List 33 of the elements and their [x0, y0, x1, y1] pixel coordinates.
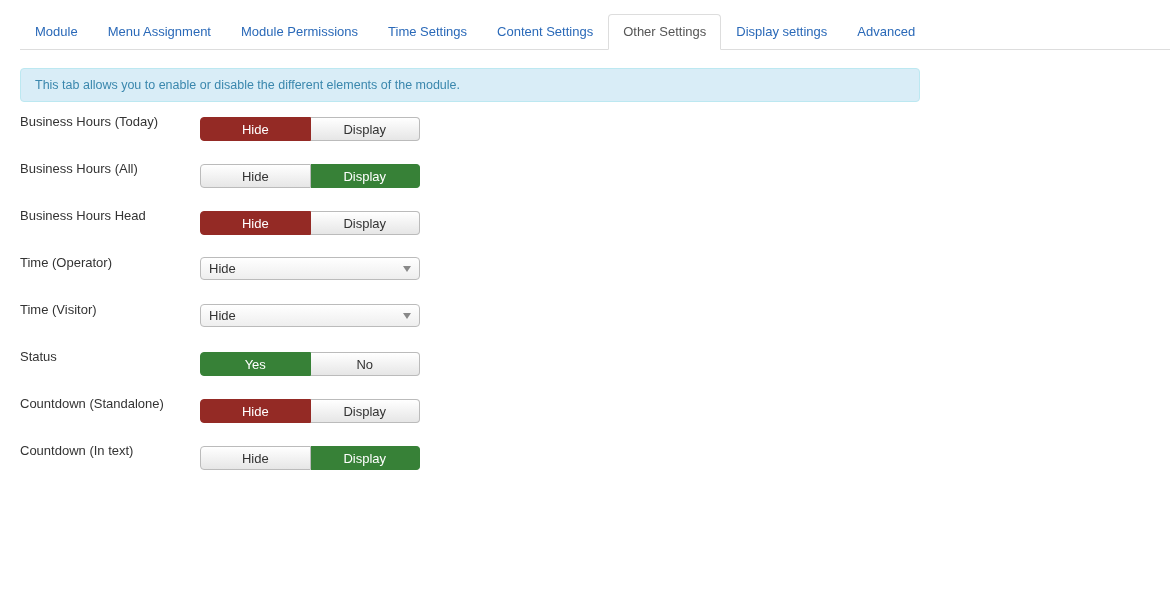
toggle-option[interactable]: Hide — [200, 164, 311, 188]
tab[interactable]: Display settings — [721, 14, 843, 50]
toggle-option[interactable]: Display — [310, 164, 420, 188]
toggle-option[interactable]: No — [310, 352, 420, 376]
toggle-option[interactable]: Display — [310, 211, 420, 235]
tab[interactable]: Module Permissions — [226, 14, 374, 50]
dropdown[interactable]: Hide — [200, 257, 420, 280]
toggle-option[interactable]: Yes — [200, 352, 311, 376]
dropdown[interactable]: Hide — [200, 304, 420, 327]
toggle-option[interactable]: Hide — [200, 446, 311, 470]
tab[interactable]: Other Settings — [608, 14, 722, 50]
toggle-option[interactable]: Hide — [200, 117, 311, 141]
field-label: Time (Visitor) — [20, 302, 98, 318]
field-label: Business Hours (Today) — [20, 114, 159, 130]
toggle-option[interactable]: Display — [310, 399, 420, 423]
caret-icon — [403, 312, 411, 319]
info-alert: This tab allows you to enable or disable the different elements of the module. — [20, 68, 920, 102]
field-label: Business Hours Head — [20, 208, 147, 224]
caret-icon — [403, 265, 411, 272]
tab[interactable]: Time Settings — [373, 14, 483, 50]
tab[interactable]: Menu Assignment — [92, 14, 226, 50]
tab[interactable]: Advanced — [842, 14, 931, 50]
field-label: Countdown (In text) — [20, 443, 135, 459]
toggle-option[interactable]: Display — [310, 117, 420, 141]
field-label: Business Hours (All) — [20, 161, 139, 177]
field-label: Countdown (Standalone) — [20, 396, 165, 412]
field-label: Status — [20, 349, 58, 365]
tab[interactable]: Module — [20, 14, 93, 50]
toggle-option[interactable]: Hide — [200, 399, 311, 423]
toggle-option[interactable]: Hide — [200, 211, 311, 235]
field-label: Time (Operator) — [20, 255, 113, 271]
tab[interactable]: Content Settings — [482, 14, 609, 50]
toggle-option[interactable]: Display — [310, 446, 420, 470]
